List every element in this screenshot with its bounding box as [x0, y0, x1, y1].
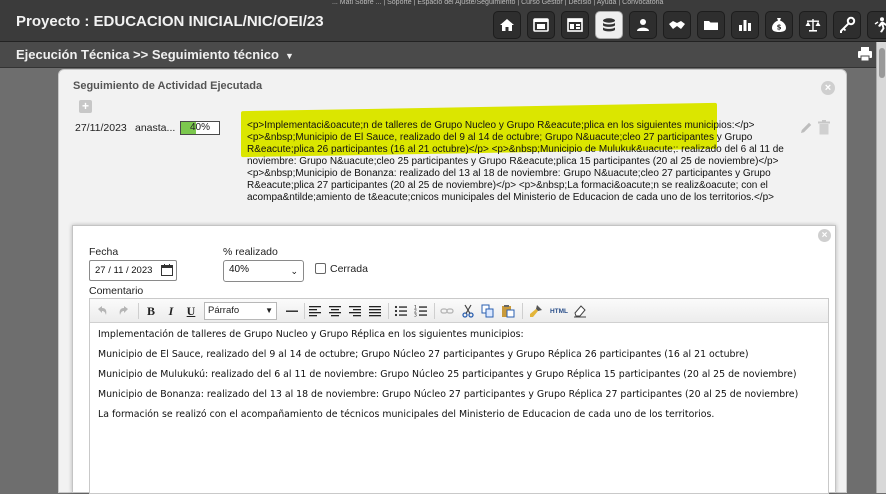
chevron-down-icon: ⌄	[290, 266, 298, 276]
folder-icon[interactable]	[697, 11, 725, 39]
key-icon[interactable]	[833, 11, 861, 39]
panel-close-icon[interactable]: ×	[821, 81, 835, 95]
paste-icon[interactable]	[500, 303, 516, 319]
calendar-icon[interactable]	[161, 264, 173, 276]
comentario-label: Comentario	[89, 285, 144, 297]
numbered-list-icon[interactable]: 123	[413, 303, 429, 319]
link-icon[interactable]	[439, 303, 455, 319]
pct-label: % realizado	[223, 246, 278, 258]
align-left-icon[interactable]	[307, 303, 323, 319]
copy-icon[interactable]	[480, 303, 496, 319]
html-source-icon[interactable]: HTML	[549, 303, 569, 319]
toolbar-separator	[388, 303, 389, 319]
clean-format-icon[interactable]	[528, 303, 544, 319]
users-icon[interactable]	[629, 11, 657, 39]
print-icon[interactable]	[857, 46, 873, 62]
format-select[interactable]: Párrafo ▼	[204, 302, 277, 320]
rich-text-editor: B I U Párrafo ▼ 1 2 3 HTML Implementació…	[89, 298, 829, 494]
home-icon[interactable]	[493, 11, 521, 39]
add-icon[interactable]: +	[79, 100, 92, 113]
eraser-icon[interactable]	[572, 303, 588, 319]
edit-dialog: × Fecha 27 / 11 / 2023 % realizado 40% ⌄…	[72, 225, 836, 494]
editor-paragraph: Implementación de talleres de Grupo Nucl…	[98, 329, 524, 340]
breadcrumb-text: Ejecución Técnica >> Seguimiento técnico	[16, 47, 279, 62]
handshake-icon[interactable]	[663, 11, 691, 39]
redo-icon[interactable]	[116, 303, 132, 319]
editor-toolbar: B I U Párrafo ▼ 1 2 3 HTML	[90, 299, 828, 323]
pct-select-value: 40%	[229, 264, 250, 275]
caret-down-icon: ▼	[284, 50, 294, 61]
top-bar: ... Mati Sobre ... | Soporte | Espacio d…	[0, 0, 886, 42]
toolbar-separator	[138, 303, 139, 319]
database-icon[interactable]	[595, 11, 623, 39]
sub-bar: Ejecución Técnica >> Seguimiento técnico…	[0, 42, 886, 68]
project-title: Proyecto : EDUCACION INICIAL/NIC/OEI/23	[16, 13, 324, 30]
italic-button[interactable]: I	[163, 303, 179, 319]
toolbar-separator	[434, 303, 435, 319]
toolbar-separator	[304, 303, 305, 319]
top-link-strip[interactable]: ... Mati Sobre ... | Soporte | Espacio d…	[332, 0, 886, 6]
fecha-label: Fecha	[89, 246, 119, 258]
dashboard-icon[interactable]	[561, 11, 589, 39]
pct-select[interactable]: 40% ⌄	[223, 260, 304, 282]
editor-paragraph: La formación se realizó con el acompañam…	[98, 409, 715, 420]
cut-icon[interactable]	[460, 303, 476, 319]
dialog-close-icon[interactable]: ×	[818, 229, 831, 242]
svg-text:$: $	[777, 24, 782, 32]
cerrada-checkbox[interactable]	[315, 263, 326, 274]
chart-icon[interactable]	[731, 11, 759, 39]
editor-paragraph: Municipio de Bonanza: realizado del 13 a…	[98, 389, 799, 400]
undo-icon[interactable]	[94, 303, 110, 319]
bold-button[interactable]: B	[143, 303, 159, 319]
chevron-down-icon: ▼	[265, 306, 273, 315]
format-select-value: Párrafo	[208, 305, 240, 316]
align-justify-icon[interactable]	[367, 303, 383, 319]
entry-date: 27/11/2023	[75, 122, 127, 134]
money-icon[interactable]: $	[765, 11, 793, 39]
underline-button[interactable]: U	[183, 303, 199, 319]
panel-title: Seguimiento de Actividad Ejecutada	[73, 80, 263, 92]
editor-content[interactable]: Implementación de talleres de Grupo Nucl…	[98, 329, 823, 429]
align-right-icon[interactable]	[347, 303, 363, 319]
page-scrollbar-thumb[interactable]	[879, 48, 885, 78]
entry-progress-bar: 40%	[180, 121, 220, 135]
trash-icon[interactable]	[817, 120, 831, 135]
horizontal-rule-icon[interactable]	[284, 303, 300, 319]
entry-user: anasta...	[135, 122, 176, 134]
toolbar-separator	[522, 303, 523, 319]
bullet-list-icon[interactable]	[393, 303, 409, 319]
breadcrumb[interactable]: Ejecución Técnica >> Seguimiento técnico…	[16, 47, 294, 62]
align-center-icon[interactable]	[327, 303, 343, 319]
svg-text:3: 3	[414, 313, 417, 319]
editor-paragraph: Municipio de Mulukukú: realizado del 6 a…	[98, 369, 797, 380]
scale-icon[interactable]	[799, 11, 827, 39]
edit-icon[interactable]	[799, 121, 813, 135]
cerrada-label: Cerrada	[330, 263, 368, 275]
editor-paragraph: Municipio de El Sauce, realizado del 9 a…	[98, 349, 749, 360]
entry-progress-label: 40%	[189, 122, 210, 133]
exit-icon[interactable]	[867, 11, 886, 39]
page-scrollbar[interactable]	[876, 42, 886, 493]
window-icon[interactable]	[527, 11, 555, 39]
entry-description: <p>Implementaci&oacute;n de talleres de …	[247, 120, 784, 203]
